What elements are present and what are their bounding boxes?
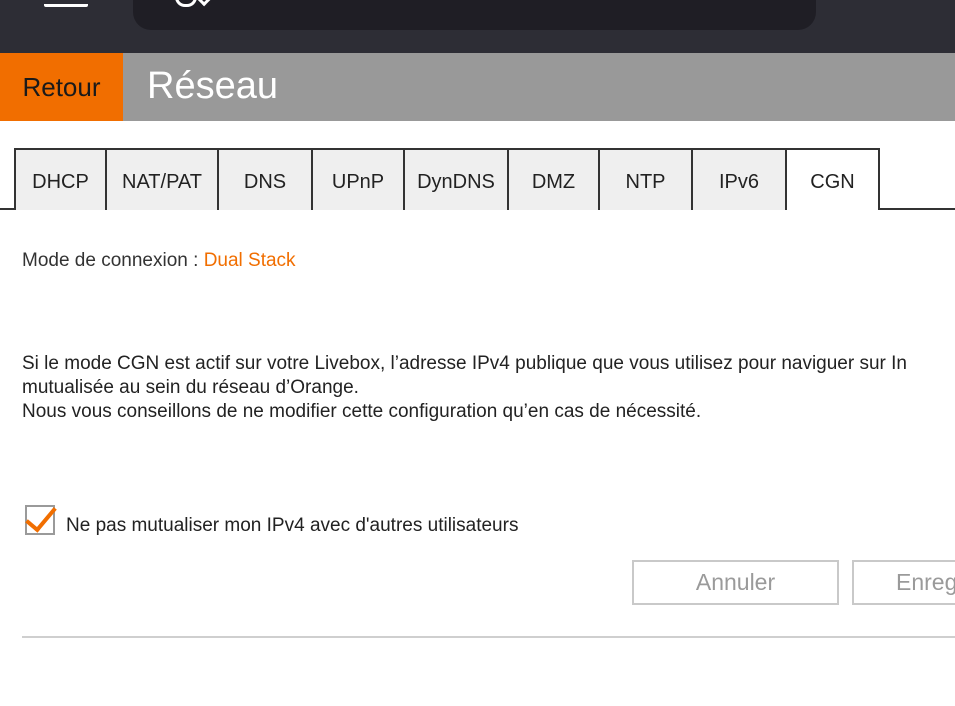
back-button-label: Retour <box>22 72 101 102</box>
tab-ntp[interactable]: NTP <box>598 148 693 210</box>
tab-nat-pat[interactable]: NAT/PAT <box>105 148 219 210</box>
search-field[interactable] <box>133 0 816 30</box>
tab-bar: DHCP NAT/PAT DNS UPnP DynDNS DMZ NTP IPv… <box>0 148 955 210</box>
cgn-description: Si le mode CGN est actif sur votre Liveb… <box>22 352 955 424</box>
tab-cgn[interactable]: CGN <box>785 148 880 210</box>
no-share-ipv4-label: Ne pas mutualiser mon IPv4 avec d'autres… <box>66 515 519 536</box>
tab-baseline <box>878 208 955 210</box>
divider <box>22 636 955 638</box>
tab-dmz[interactable]: DMZ <box>507 148 600 210</box>
connection-mode-label: Mode de connexion : <box>22 250 199 271</box>
no-share-ipv4-checkbox[interactable] <box>25 499 57 535</box>
tab-dhcp[interactable]: DHCP <box>14 148 107 210</box>
description-line: mutualisée au sein du réseau d’Orange. <box>22 377 359 398</box>
page-header: Retour Réseau <box>0 53 955 121</box>
save-button[interactable]: Enreg <box>852 560 955 605</box>
cancel-button[interactable]: Annuler <box>632 560 839 605</box>
tab-dyndns[interactable]: DynDNS <box>403 148 509 210</box>
tab-upnp[interactable]: UPnP <box>311 148 405 210</box>
top-bar <box>0 0 955 53</box>
search-icon <box>175 0 197 7</box>
back-button[interactable]: Retour <box>0 53 123 121</box>
check-icon <box>197 0 214 7</box>
tab-baseline <box>0 208 14 210</box>
checkmark-icon <box>25 499 57 533</box>
tab-ipv6[interactable]: IPv6 <box>691 148 787 210</box>
menu-icon[interactable] <box>44 0 88 7</box>
connection-mode-value: Dual Stack <box>203 250 296 271</box>
page-title: Réseau <box>147 65 278 107</box>
connection-mode: Mode de connexion : Dual Stack <box>22 250 296 272</box>
description-line: Nous vous conseillons de ne modifier cet… <box>22 401 702 422</box>
description-line: Si le mode CGN est actif sur votre Liveb… <box>22 353 908 374</box>
tab-dns[interactable]: DNS <box>217 148 313 210</box>
